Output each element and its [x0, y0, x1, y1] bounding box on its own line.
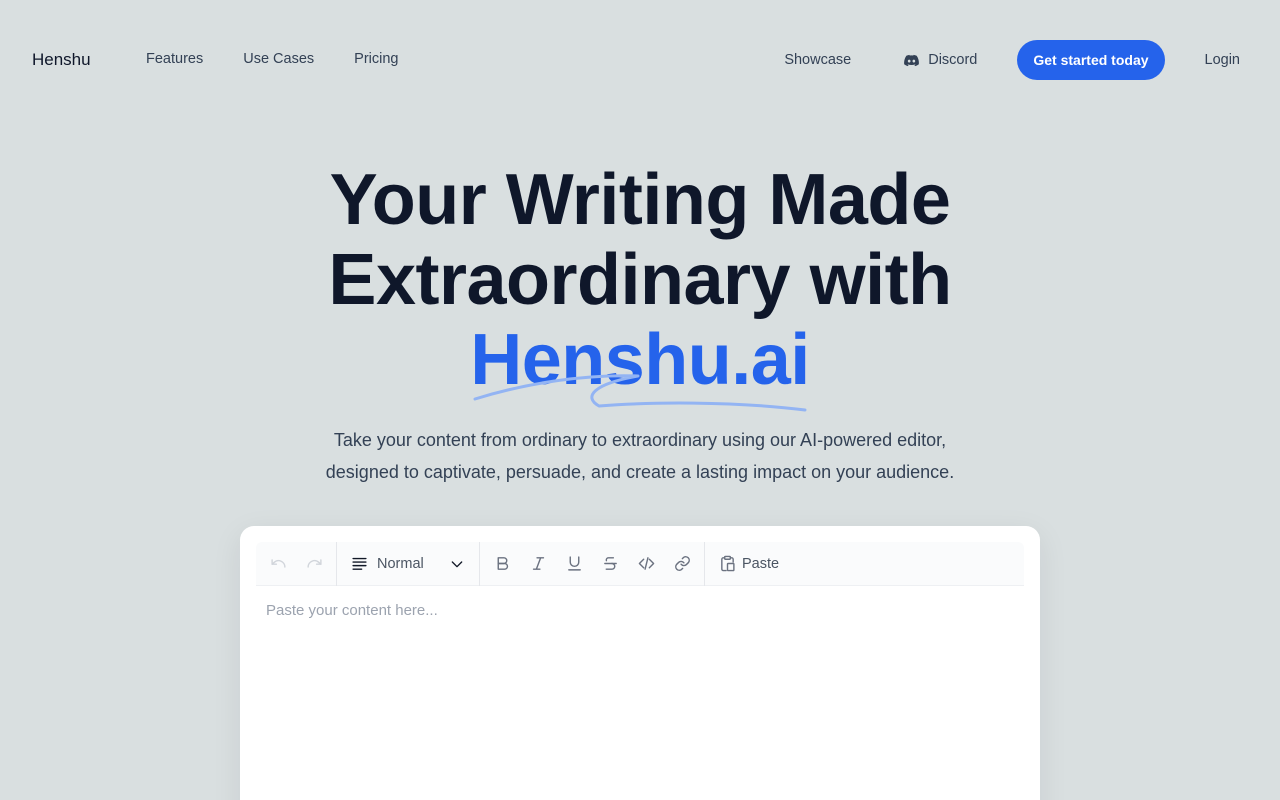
italic-button[interactable]: [520, 542, 556, 586]
link-icon: [674, 556, 690, 571]
nav-link-use-cases[interactable]: Use Cases: [243, 51, 314, 67]
undo-icon: [270, 559, 286, 568]
strikethrough-button[interactable]: [592, 542, 628, 586]
editor-toolbar: Normal Paste: [256, 541, 1024, 586]
italic-icon: [532, 557, 544, 570]
bold-button[interactable]: [484, 542, 520, 586]
toolbar-divider: [479, 541, 480, 586]
underline-button[interactable]: [556, 542, 592, 586]
squiggle-underline-icon: [473, 374, 807, 412]
nav-right: Showcase Discord Get started today Login: [784, 40, 1240, 80]
nav-links: Features Use Cases Pricing: [146, 51, 438, 67]
nav-link-pricing[interactable]: Pricing: [354, 51, 398, 67]
bold-icon: [497, 557, 508, 570]
login-link[interactable]: Login: [1205, 52, 1240, 68]
paste-label: Paste: [742, 555, 780, 572]
hero-subtitle-line-1: Take your content from ordinary to extra…: [333, 430, 947, 450]
block-type-label: Normal: [377, 555, 424, 572]
hero-subtitle-line-2: designed to captivate, persuade, and cre…: [325, 462, 955, 482]
code-icon: [638, 557, 654, 570]
editor: Normal Paste Paste your content here...: [256, 541, 1024, 800]
editor-card: Normal Paste Paste your content here...: [240, 526, 1040, 800]
block-type-select[interactable]: Normal: [341, 542, 475, 586]
hero-title-line-2: Extraordinary with: [328, 240, 952, 320]
code-button[interactable]: [628, 542, 664, 586]
chevron-down-icon: [451, 560, 463, 567]
discord-link[interactable]: Discord: [903, 52, 977, 69]
nav-link-showcase[interactable]: Showcase: [784, 52, 851, 68]
editor-content-area[interactable]: Paste your content here...: [256, 586, 1024, 800]
discord-icon: [904, 54, 920, 66]
nav-link-features[interactable]: Features: [146, 51, 203, 67]
hero-subtitle: Take your content from ordinary to extra…: [0, 424, 1280, 488]
get-started-button[interactable]: Get started today: [1017, 40, 1165, 80]
hero-title-line-1: Your Writing Made: [329, 160, 951, 240]
text-align-icon: [352, 557, 367, 570]
strikethrough-icon: [603, 557, 617, 570]
logo[interactable]: Henshu: [32, 50, 91, 70]
editor-placeholder: Paste your content here...: [266, 602, 438, 619]
link-button[interactable]: [664, 542, 700, 586]
underline-icon: [567, 556, 581, 571]
undo-button[interactable]: [260, 542, 296, 586]
paste-button[interactable]: Paste: [709, 542, 789, 586]
clipboard-icon: [721, 555, 735, 572]
discord-label: Discord: [928, 52, 978, 68]
redo-button[interactable]: [296, 542, 332, 586]
top-navigation: Henshu Features Use Cases Pricing Showca…: [32, 40, 1240, 80]
toolbar-divider: [336, 541, 337, 586]
redo-icon: [306, 559, 322, 568]
toolbar-divider: [704, 541, 705, 586]
